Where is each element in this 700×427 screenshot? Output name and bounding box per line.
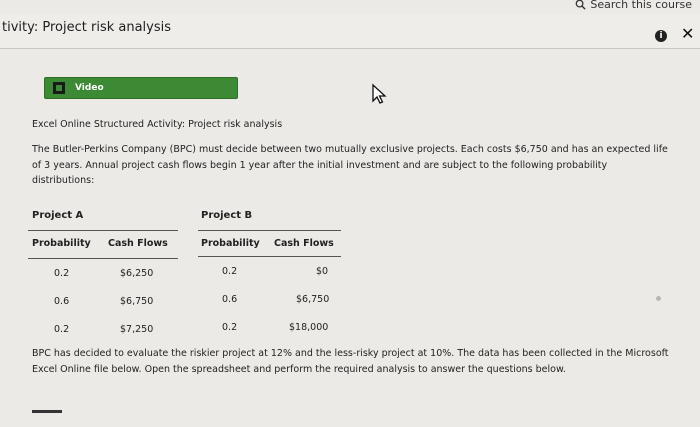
table-a-header-probability: Probability [32, 238, 91, 249]
table-a-row1-cash-flow: $6,250 [120, 268, 154, 279]
search-icon [576, 0, 586, 10]
table-b-row3-probability: 0.2 [222, 322, 238, 333]
table-b-row1-cash-flow: $0 [316, 266, 329, 277]
table-b-row2-probability: 0.6 [222, 294, 238, 305]
table-b-header-probability: Probability [201, 238, 260, 249]
mouse-cursor-icon [372, 83, 387, 104]
table-a-header-cash-flows: Cash Flows [108, 238, 168, 249]
table-b-header-cash-flows: Cash Flows [274, 238, 334, 249]
activity-heading: Excel Online Structured Activity: Projec… [32, 119, 283, 130]
scroll-indicator-dot [656, 296, 661, 301]
table-a-row2-cash-flow: $6,750 [120, 296, 154, 307]
spreadsheet-link-bar[interactable] [32, 410, 62, 413]
info-icon[interactable]: i [655, 30, 667, 42]
page-title: tivity: Project risk analysis [2, 20, 172, 35]
table-a-row3-cash-flow: $7,250 [120, 324, 154, 335]
close-icon[interactable]: ✕ [681, 24, 694, 43]
top-bar: Search this course [0, 0, 700, 14]
table-b-header-rule [198, 256, 341, 257]
table-a-row2-probability: 0.6 [54, 296, 70, 307]
table-b-row3-cash-flow: $18,000 [289, 322, 329, 333]
video-button[interactable]: Video [44, 77, 238, 99]
video-icon [53, 82, 65, 94]
table-a-row3-probability: 0.2 [54, 324, 70, 335]
video-button-label: Video [75, 83, 104, 93]
search-course-link[interactable]: Search this course [575, 0, 692, 11]
activity-header: tivity: Project risk analysis i ✕ [0, 14, 700, 49]
table-b-row2-cash-flow: $6,750 [296, 294, 330, 305]
project-a-label: Project A [32, 210, 84, 221]
table-a-row1-probability: 0.2 [54, 268, 70, 279]
table-b-top-rule [198, 230, 341, 231]
table-b-row1-probability: 0.2 [222, 266, 238, 277]
project-b-label: Project B [201, 210, 253, 221]
table-a-header-rule [28, 258, 178, 259]
search-label: Search this course [590, 0, 692, 11]
intro-paragraph: The Butler-Perkins Company (BPC) must de… [32, 144, 668, 186]
conclusion-paragraph: BPC has decided to evaluate the riskier … [32, 348, 669, 375]
table-a-top-rule [28, 230, 178, 231]
